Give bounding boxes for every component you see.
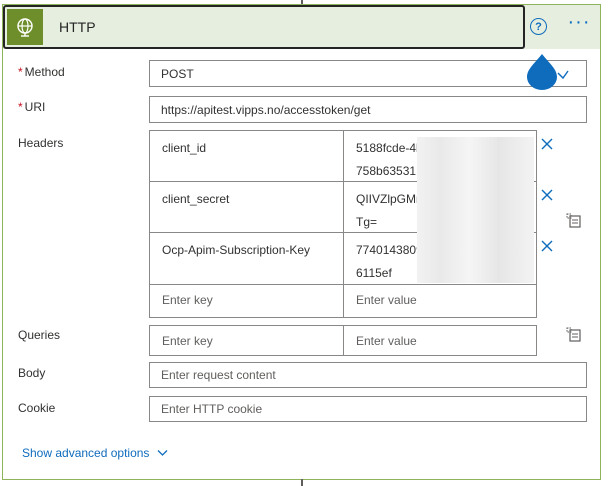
headers-label: Headers <box>18 136 64 150</box>
flow-connector-bottom <box>301 479 303 486</box>
header-key-cell[interactable]: client_secret <box>150 182 344 232</box>
required-marker: * <box>18 65 23 79</box>
header-key-cell[interactable]: client_id <box>150 131 344 181</box>
http-action-card: HTTP ? ··· * Method POST * URI https://api… <box>2 4 601 480</box>
body-label: Body <box>18 366 46 380</box>
queries-label: Queries <box>18 328 61 342</box>
remove-header-icon[interactable] <box>540 239 554 253</box>
chevron-down-icon <box>157 450 168 456</box>
method-value: POST <box>161 66 194 81</box>
drag-pin-icon[interactable] <box>525 53 559 91</box>
uri-input[interactable]: https://apitest.vipps.no/accesstoken/get <box>149 96 587 123</box>
redaction-blur <box>417 227 534 283</box>
action-title[interactable]: HTTP <box>59 19 96 35</box>
uri-label: * URI <box>18 100 46 114</box>
cookie-input[interactable]: Enter HTTP cookie <box>149 396 587 422</box>
redaction-blur <box>417 137 534 181</box>
header-value-input[interactable]: Enter value <box>344 285 536 317</box>
queries-table: Enter key Enter value <box>149 325 537 356</box>
remove-header-icon[interactable] <box>540 137 554 151</box>
action-header[interactable]: HTTP ? ··· <box>3 5 600 49</box>
header-key-cell[interactable]: Ocp-Apim-Subscription-Key <box>150 233 344 284</box>
method-dropdown[interactable]: POST <box>149 60 587 87</box>
show-advanced-options-link[interactable]: Show advanced options <box>22 446 168 460</box>
cookie-label: Cookie <box>18 401 56 415</box>
header-row-new: Enter key Enter value <box>150 285 536 317</box>
query-key-input[interactable]: Enter key <box>150 326 344 355</box>
more-options-icon[interactable]: ··· <box>566 12 592 35</box>
required-marker: * <box>18 100 23 114</box>
action-title-box[interactable]: HTTP <box>3 5 525 49</box>
method-label: * Method <box>18 65 65 79</box>
globe-icon <box>7 9 43 45</box>
body-input[interactable]: Enter request content <box>149 362 587 388</box>
remove-header-icon[interactable] <box>540 188 554 202</box>
switch-to-text-mode-icon[interactable] <box>566 327 582 343</box>
help-icon[interactable]: ? <box>530 18 547 35</box>
header-key-input[interactable]: Enter key <box>150 285 344 317</box>
query-value-input[interactable]: Enter value <box>344 326 536 355</box>
switch-to-text-mode-icon[interactable] <box>566 213 582 229</box>
uri-value: https://apitest.vipps.no/accesstoken/get <box>161 102 371 117</box>
redaction-blur <box>417 181 534 227</box>
